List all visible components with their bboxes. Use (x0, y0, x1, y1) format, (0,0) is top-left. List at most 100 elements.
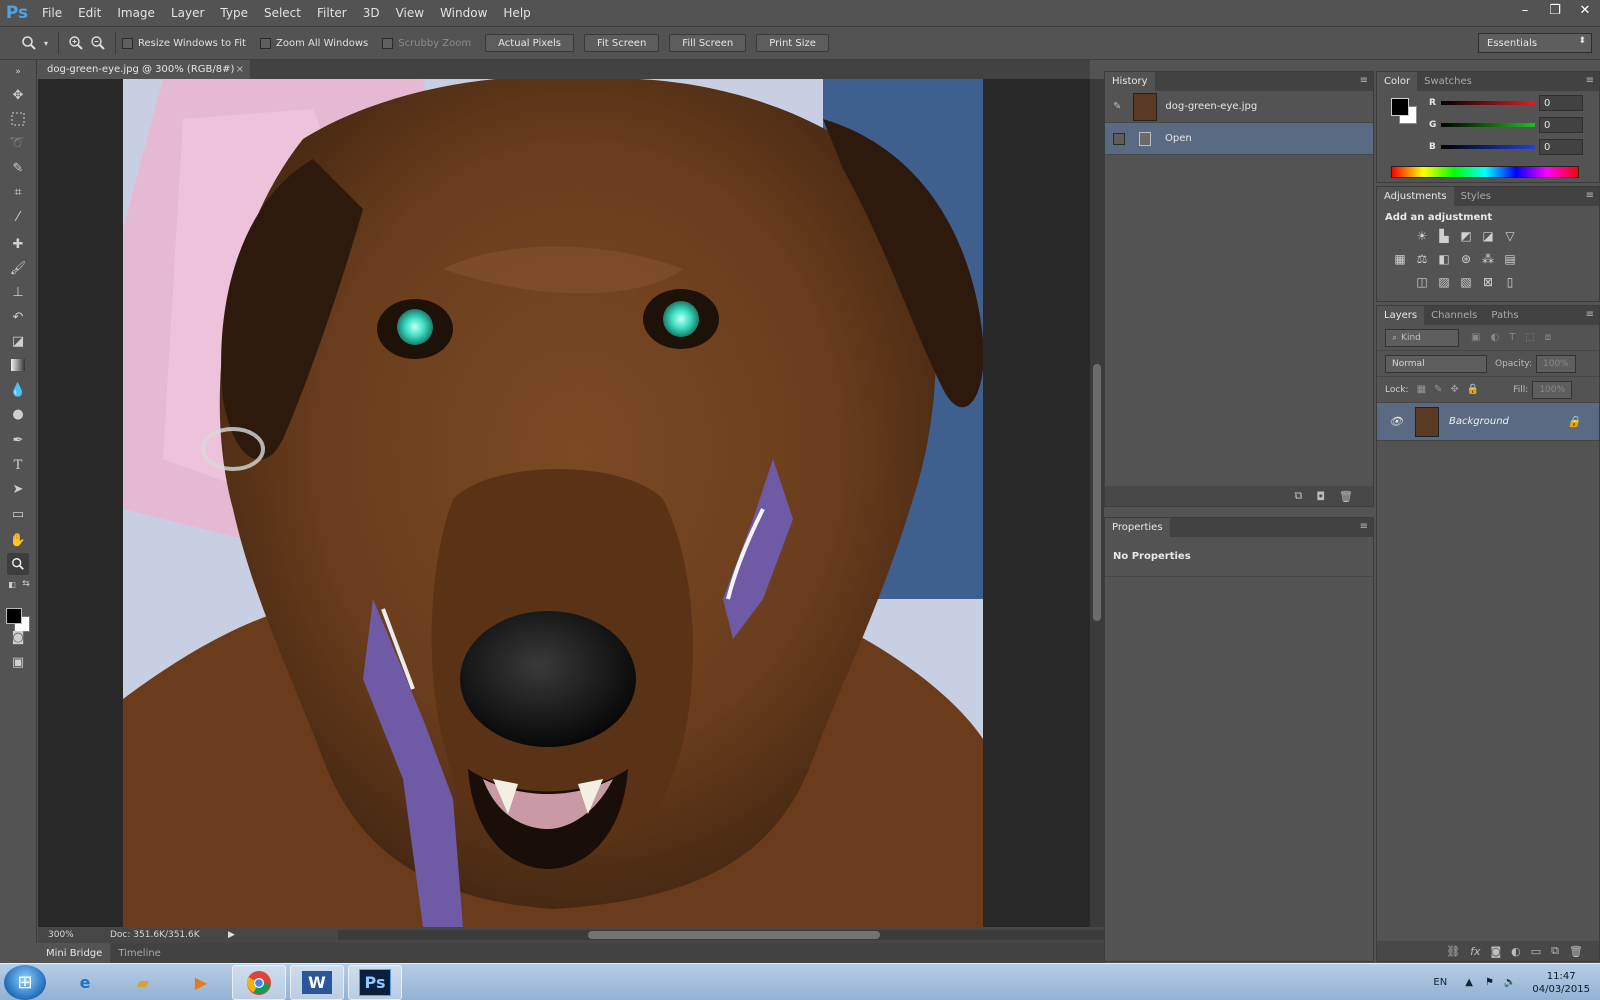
filter-shape-icon[interactable]: ⬚ (1525, 332, 1534, 343)
black-white-icon[interactable]: ◧ (1435, 250, 1453, 268)
collapse-toolbox-icon[interactable]: » (7, 66, 29, 78)
zoom-tool-icon[interactable] (7, 553, 29, 575)
zoom-level[interactable]: 300% (38, 930, 78, 940)
layer-row-background[interactable]: 👁 Background 🔒 (1377, 403, 1599, 441)
red-slider[interactable] (1441, 101, 1535, 105)
menu-filter[interactable]: Filter (309, 0, 355, 26)
invert-icon[interactable]: ◫ (1413, 273, 1431, 291)
eraser-tool-icon[interactable]: ◪ (7, 330, 29, 352)
tab-channels[interactable]: Channels (1424, 306, 1484, 325)
lasso-tool-icon[interactable]: ➰ (7, 132, 29, 154)
tab-swatches[interactable]: Swatches (1417, 72, 1479, 91)
history-brush-tool-icon[interactable]: ↶ (7, 306, 29, 328)
lock-all-icon[interactable]: 🔒 (1467, 384, 1479, 395)
panel-menu-icon[interactable]: ≡ (1586, 75, 1594, 86)
eye-icon[interactable]: 👁 (1389, 415, 1407, 428)
clock[interactable]: 11:47 04/03/2015 (1532, 970, 1590, 996)
close-window-button[interactable]: ✕ (1570, 0, 1600, 20)
levels-icon[interactable]: ▙ (1435, 227, 1453, 245)
horizontal-scroll-thumb[interactable] (588, 931, 880, 939)
blur-tool-icon[interactable]: 💧 (7, 379, 29, 401)
menu-image[interactable]: Image (109, 0, 163, 26)
volume-icon[interactable]: 🔈 (1504, 977, 1516, 988)
green-value-field[interactable]: 0 (1539, 117, 1583, 133)
tab-adjustments[interactable]: Adjustments (1377, 187, 1454, 206)
checkbox-box[interactable] (259, 37, 271, 49)
type-tool-icon[interactable]: T (7, 454, 29, 476)
menu-edit[interactable]: Edit (70, 0, 109, 26)
chrome-icon[interactable] (232, 965, 286, 1000)
color-spectrum-ramp[interactable] (1391, 166, 1579, 178)
tab-mini-bridge[interactable]: Mini Bridge (38, 943, 111, 963)
marquee-tool-icon[interactable] (7, 108, 29, 130)
panel-menu-icon[interactable]: ≡ (1586, 309, 1594, 320)
rectangle-tool-icon[interactable]: ▭ (7, 503, 29, 525)
channel-mixer-icon[interactable]: ⁂ (1479, 250, 1497, 268)
healing-brush-tool-icon[interactable]: ✚ (7, 233, 29, 255)
new-layer-icon[interactable]: ⧉ (1551, 944, 1559, 958)
layer-style-icon[interactable]: fx (1470, 945, 1480, 958)
pen-tool-icon[interactable]: ✒ (7, 429, 29, 451)
panel-menu-icon[interactable]: ≡ (1586, 190, 1594, 201)
fill-field[interactable]: 100% (1532, 380, 1573, 399)
tab-styles[interactable]: Styles (1454, 187, 1498, 206)
resize-windows-checkbox[interactable]: Resize Windows to Fit (122, 37, 246, 49)
panel-menu-icon[interactable]: ≡ (1360, 75, 1368, 86)
checkbox-box[interactable] (122, 37, 133, 49)
eyedropper-tool-icon[interactable]: ⁄ (7, 206, 29, 228)
quick-selection-tool-icon[interactable]: ✎ (7, 157, 29, 179)
posterize-icon[interactable]: ▨ (1435, 273, 1453, 291)
workspace-switcher[interactable]: Essentials ⬍ (1478, 33, 1592, 53)
file-explorer-icon[interactable]: ▰ (116, 965, 170, 1000)
vibrance-icon[interactable]: ▽ (1501, 227, 1519, 245)
lock-icon[interactable]: 🔒 (1567, 415, 1581, 428)
close-document-icon[interactable]: × (236, 64, 244, 75)
threshold-icon[interactable]: ▧ (1457, 273, 1475, 291)
link-layers-icon[interactable]: ⛓ (1446, 945, 1460, 958)
menu-type[interactable]: Type (212, 0, 256, 26)
document-image[interactable] (123, 79, 983, 927)
menu-3d[interactable]: 3D (355, 0, 388, 26)
word-icon[interactable]: W (290, 965, 344, 1000)
clone-stamp-tool-icon[interactable]: ⊥ (7, 281, 29, 303)
lock-image-icon[interactable]: ✎ (1434, 384, 1442, 395)
lock-position-icon[interactable]: ✥ (1450, 384, 1458, 395)
new-adjustment-layer-icon[interactable]: ◐ (1511, 945, 1521, 958)
tab-paths[interactable]: Paths (1484, 306, 1525, 325)
delete-layer-icon[interactable]: 🗑 (1569, 945, 1583, 958)
red-value-field[interactable]: 0 (1539, 95, 1583, 111)
vertical-scrollbar[interactable] (1090, 79, 1104, 927)
color-lookup-icon[interactable]: ▤ (1501, 250, 1519, 268)
media-player-icon[interactable]: ▶ (174, 965, 228, 1000)
photo-filter-icon[interactable]: ⊛ (1457, 250, 1475, 268)
green-slider[interactable] (1441, 123, 1535, 127)
status-menu-arrow-icon[interactable]: ▶ (228, 930, 235, 940)
tab-layers[interactable]: Layers (1377, 306, 1425, 325)
filter-pixel-icon[interactable]: ▣ (1471, 332, 1480, 343)
filter-adjustment-icon[interactable]: ◐ (1490, 332, 1499, 343)
photoshop-taskbar-icon[interactable]: Ps (348, 965, 402, 1000)
move-tool-icon[interactable]: ✥ (7, 84, 29, 106)
quick-mask-icon[interactable]: ◙ (7, 626, 29, 648)
exposure-icon[interactable]: ◪ (1479, 227, 1497, 245)
canvas-area[interactable] (38, 79, 1090, 927)
crop-tool-icon[interactable]: ⌗ (7, 181, 29, 203)
start-button[interactable]: ⊞ (4, 965, 46, 1000)
restore-button[interactable]: ❐ (1540, 0, 1570, 20)
layer-name[interactable]: Background (1449, 416, 1509, 427)
screen-mode-icon[interactable]: ▣ (7, 651, 29, 673)
tab-properties[interactable]: Properties (1105, 518, 1170, 537)
document-tab[interactable]: dog-green-eye.jpg @ 300% (RGB/8#) × (38, 60, 250, 79)
show-hidden-icons-icon[interactable]: ▲ (1465, 977, 1473, 988)
history-step-checkbox[interactable] (1113, 132, 1125, 145)
path-selection-tool-icon[interactable]: ➤ (7, 478, 29, 500)
actual-pixels-button[interactable]: Actual Pixels (485, 34, 574, 52)
new-snapshot-icon[interactable]: ◘ (1316, 490, 1325, 503)
hand-tool-icon[interactable]: ✋ (7, 529, 29, 551)
fit-screen-button[interactable]: Fit Screen (584, 34, 660, 52)
filter-smart-object-icon[interactable]: ⧈ (1545, 332, 1551, 343)
zoom-all-windows-checkbox[interactable]: Zoom All Windows (259, 37, 368, 49)
zoom-in-icon[interactable] (65, 32, 87, 54)
blue-value-field[interactable]: 0 (1539, 139, 1583, 155)
brush-tool-icon[interactable]: 🖌 (7, 257, 29, 279)
